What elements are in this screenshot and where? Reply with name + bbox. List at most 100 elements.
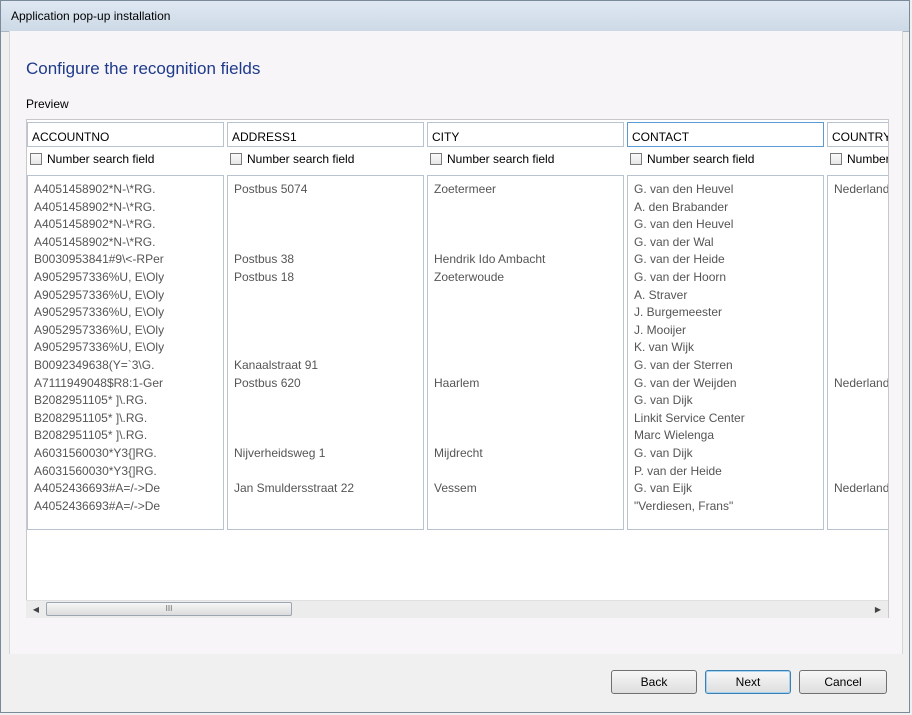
list-item[interactable] — [834, 304, 888, 322]
list-item[interactable] — [234, 234, 423, 252]
list-item[interactable] — [834, 498, 888, 516]
list-item[interactable] — [434, 463, 623, 481]
list-item[interactable]: G. van Dijk — [634, 445, 823, 463]
list-item[interactable]: G. van den Heuvel — [634, 181, 823, 199]
list-item[interactable]: Zoetermeer — [434, 181, 623, 199]
list-item[interactable]: A6031560030*Y3{]RG. — [34, 463, 223, 481]
checkbox-icon[interactable] — [830, 153, 842, 165]
list-item[interactable] — [834, 410, 888, 428]
list-item[interactable]: Jan Smuldersstraat 22 — [234, 480, 423, 498]
list-item[interactable] — [234, 410, 423, 428]
list-item[interactable]: G. van der Weijden — [634, 375, 823, 393]
list-item[interactable]: P. van der Heide — [634, 463, 823, 481]
list-item[interactable] — [234, 427, 423, 445]
field-name-input-address1[interactable] — [227, 122, 424, 147]
values-list-accountno[interactable]: A4051458902*N-\*RG. A4051458902*N-\*RG. A4… — [27, 175, 224, 530]
list-item[interactable]: A4051458902*N-\*RG. — [34, 181, 223, 199]
list-item[interactable]: A4051458902*N-\*RG. — [34, 216, 223, 234]
list-item[interactable]: A9052957336%U, E\Oly — [34, 287, 223, 305]
list-item[interactable] — [834, 463, 888, 481]
list-item[interactable] — [234, 216, 423, 234]
list-item[interactable]: A9052957336%U, E\Oly — [34, 339, 223, 357]
list-item[interactable]: Marc Wielenga — [634, 427, 823, 445]
next-button[interactable]: Next — [705, 670, 791, 694]
title-bar[interactable]: Application pop-up installation — [1, 1, 909, 32]
checkbox-icon[interactable] — [230, 153, 242, 165]
list-item[interactable]: G. van Dijk — [634, 392, 823, 410]
list-item[interactable] — [434, 339, 623, 357]
field-name-input-accountno[interactable] — [27, 122, 224, 147]
number-search-checkbox-address1[interactable]: Number search field — [230, 151, 354, 167]
list-item[interactable] — [834, 269, 888, 287]
checkbox-icon[interactable] — [630, 153, 642, 165]
list-item[interactable] — [834, 427, 888, 445]
list-item[interactable]: Linkit Service Center — [634, 410, 823, 428]
list-item[interactable]: B2082951105* ]\.RG. — [34, 392, 223, 410]
list-item[interactable] — [434, 234, 623, 252]
list-item[interactable]: A4052436693#A=/->De — [34, 480, 223, 498]
list-item[interactable]: G. van der Hoorn — [634, 269, 823, 287]
back-button[interactable]: Back — [611, 670, 697, 694]
number-search-checkbox-country[interactable]: Number search field — [830, 151, 888, 167]
list-item[interactable]: Nijverheidsweg 1 — [234, 445, 423, 463]
list-item[interactable]: G. van der Wal — [634, 234, 823, 252]
list-item[interactable] — [434, 287, 623, 305]
list-item[interactable]: G. van den Heuvel — [634, 216, 823, 234]
list-item[interactable]: A6031560030*Y3{]RG. — [34, 445, 223, 463]
list-item[interactable] — [834, 339, 888, 357]
list-item[interactable] — [234, 287, 423, 305]
list-item[interactable] — [434, 427, 623, 445]
list-item[interactable] — [834, 322, 888, 340]
list-item[interactable] — [434, 322, 623, 340]
checkbox-icon[interactable] — [30, 153, 42, 165]
list-item[interactable]: B0030953841#9\<-RPer — [34, 251, 223, 269]
list-item[interactable] — [434, 216, 623, 234]
list-item[interactable] — [234, 199, 423, 217]
field-name-input-contact[interactable] — [627, 122, 824, 147]
checkbox-icon[interactable] — [430, 153, 442, 165]
list-item[interactable]: A4052436693#A=/->De — [34, 498, 223, 516]
list-item[interactable]: A. den Brabander — [634, 199, 823, 217]
list-item[interactable] — [834, 445, 888, 463]
field-name-input-city[interactable] — [427, 122, 624, 147]
list-item[interactable] — [434, 498, 623, 516]
list-item[interactable] — [834, 357, 888, 375]
list-item[interactable]: J. Mooijer — [634, 322, 823, 340]
list-item[interactable]: Postbus 5074 — [234, 181, 423, 199]
cancel-button[interactable]: Cancel — [799, 670, 887, 694]
list-item[interactable]: Zoeterwoude — [434, 269, 623, 287]
list-item[interactable] — [834, 251, 888, 269]
list-item[interactable]: B2082951105* ]\.RG. — [34, 410, 223, 428]
list-item[interactable] — [434, 304, 623, 322]
list-item[interactable] — [234, 498, 423, 516]
list-item[interactable]: A9052957336%U, E\Oly — [34, 304, 223, 322]
list-item[interactable]: J. Burgemeester — [634, 304, 823, 322]
list-item[interactable] — [834, 216, 888, 234]
scroll-left-icon[interactable]: ◀ — [28, 602, 44, 617]
list-item[interactable]: A9052957336%U, E\Oly — [34, 269, 223, 287]
list-item[interactable]: Hendrik Ido Ambacht — [434, 251, 623, 269]
list-item[interactable] — [234, 322, 423, 340]
list-item[interactable]: B2082951105* ]\.RG. — [34, 427, 223, 445]
list-item[interactable] — [434, 410, 623, 428]
list-item[interactable]: "Verdiesen, Frans" — [634, 498, 823, 516]
number-search-checkbox-contact[interactable]: Number search field — [630, 151, 754, 167]
list-item[interactable] — [434, 392, 623, 410]
list-item[interactable]: A. Straver — [634, 287, 823, 305]
list-item[interactable]: A9052957336%U, E\Oly — [34, 322, 223, 340]
list-item[interactable]: Postbus 620 — [234, 375, 423, 393]
values-list-country[interactable]: Nederland Nederland Nederland — [827, 175, 888, 530]
list-item[interactable] — [434, 357, 623, 375]
scrollbar-thumb[interactable]: III — [46, 602, 292, 616]
field-name-input-country[interactable] — [827, 122, 888, 147]
list-item[interactable]: Postbus 18 — [234, 269, 423, 287]
list-item[interactable]: A4051458902*N-\*RG. — [34, 199, 223, 217]
list-item[interactable] — [434, 199, 623, 217]
list-item[interactable]: Postbus 38 — [234, 251, 423, 269]
number-search-checkbox-accountno[interactable]: Number search field — [30, 151, 154, 167]
list-item[interactable]: G. van der Heide — [634, 251, 823, 269]
list-item[interactable]: Nederland — [834, 375, 888, 393]
list-item[interactable] — [834, 287, 888, 305]
scroll-right-icon[interactable]: ▶ — [870, 602, 886, 617]
list-item[interactable]: K. van Wijk — [634, 339, 823, 357]
